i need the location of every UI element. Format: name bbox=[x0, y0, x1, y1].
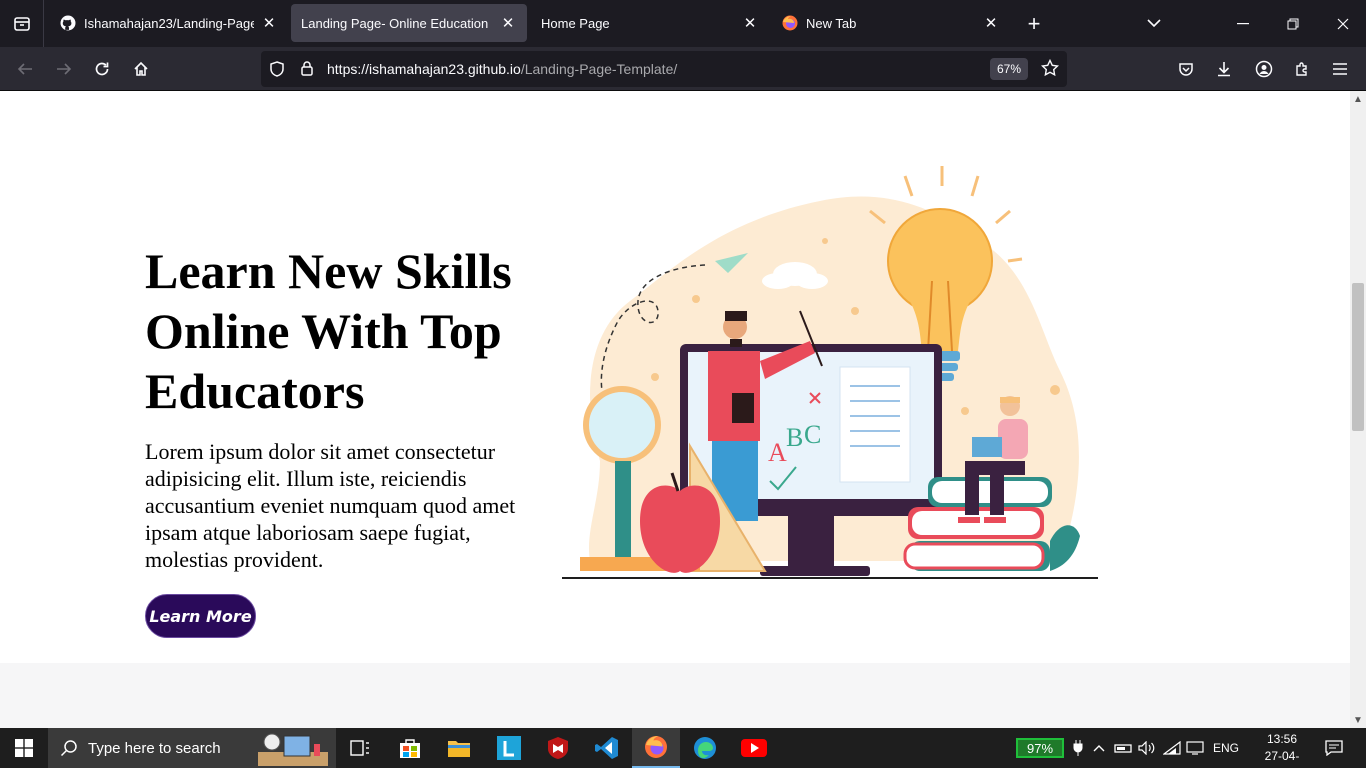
downloads-button[interactable] bbox=[1208, 53, 1240, 85]
bookmark-star-icon[interactable] bbox=[1040, 58, 1060, 82]
close-window-button[interactable] bbox=[1320, 0, 1366, 47]
tab-title: Ishamahajan23/Landing-Page-Template bbox=[84, 15, 254, 31]
account-button[interactable] bbox=[1248, 53, 1280, 85]
clock[interactable]: 13:56 27-04-2024 bbox=[1252, 731, 1312, 782]
network-device-icon[interactable] bbox=[1113, 728, 1133, 768]
edge-icon[interactable] bbox=[681, 728, 729, 768]
close-icon bbox=[1337, 18, 1349, 29]
scrollbar-thumb[interactable] bbox=[1352, 283, 1364, 431]
list-all-tabs-button[interactable] bbox=[1138, 0, 1170, 47]
tab-title: New Tab bbox=[806, 15, 857, 31]
battery-indicator[interactable]: 97% bbox=[1016, 738, 1064, 758]
learn-more-button[interactable]: Learn More bbox=[145, 594, 256, 638]
scroll-up-icon[interactable]: ▲ bbox=[1350, 91, 1366, 107]
puzzle-icon bbox=[1296, 62, 1307, 76]
store-icon[interactable] bbox=[386, 728, 434, 768]
search-icon bbox=[60, 740, 77, 757]
navigation-toolbar: https://ishamahajan23.github.io/Landing-… bbox=[0, 47, 1366, 91]
lock-icon[interactable] bbox=[300, 60, 314, 81]
github-icon bbox=[60, 15, 76, 31]
start-button[interactable] bbox=[0, 728, 48, 768]
firefox-view-button[interactable] bbox=[0, 0, 44, 47]
restore-icon bbox=[1287, 18, 1299, 29]
extensions-button[interactable] bbox=[1286, 53, 1318, 85]
url-host: https://ishamahajan23.github.io bbox=[327, 61, 521, 77]
close-tab-icon[interactable]: ✕ bbox=[982, 14, 1000, 32]
file-explorer-icon[interactable] bbox=[435, 728, 483, 768]
new-tab-button[interactable]: + bbox=[1018, 0, 1050, 47]
web-page: Learn New Skills Online With Top Educato… bbox=[0, 91, 1350, 728]
hamburger-menu-icon bbox=[1333, 63, 1347, 75]
menu-button[interactable] bbox=[1324, 53, 1356, 85]
clock-date: 27-04-2024 bbox=[1264, 749, 1300, 780]
notifications-button[interactable] bbox=[1322, 728, 1346, 768]
windows-taskbar: Type here to search 97% ENG 13:56 27-04-… bbox=[0, 728, 1366, 780]
shield-icon[interactable] bbox=[269, 61, 285, 82]
url-text[interactable]: https://ishamahajan23.github.io/Landing-… bbox=[327, 61, 677, 77]
close-tab-icon[interactable]: ✕ bbox=[499, 14, 517, 32]
online-teaching-illustration: A B C bbox=[562, 166, 1098, 579]
scroll-down-icon[interactable]: ▼ bbox=[1350, 712, 1366, 728]
zoom-indicator[interactable]: 67% bbox=[989, 58, 1028, 80]
mcafee-icon[interactable] bbox=[534, 728, 582, 768]
tab-title: Landing Page- Online Education bbox=[301, 15, 489, 31]
vertical-scrollbar[interactable]: ▲ ▼ bbox=[1350, 91, 1366, 728]
firefox-taskbar-icon[interactable] bbox=[632, 728, 680, 768]
tab-new-tab[interactable]: New Tab ✕ bbox=[772, 4, 1010, 42]
taskbar-search[interactable]: Type here to search bbox=[48, 728, 336, 768]
task-view-icon[interactable] bbox=[336, 728, 384, 768]
url-path: /Landing-Page-Template/ bbox=[520, 61, 678, 77]
forward-arrow-icon bbox=[57, 63, 72, 75]
clock-time: 13:56 bbox=[1266, 732, 1298, 746]
windows-logo-icon bbox=[15, 739, 33, 757]
tab-title: Home Page bbox=[541, 15, 610, 31]
svg-text:B: B bbox=[786, 423, 803, 452]
close-tab-icon[interactable]: ✕ bbox=[260, 14, 278, 32]
tab-home-page[interactable]: Home Page ✕ bbox=[531, 4, 769, 42]
home-button[interactable] bbox=[125, 53, 157, 85]
next-section-band bbox=[0, 663, 1350, 728]
reload-button[interactable] bbox=[86, 53, 118, 85]
vscode-icon[interactable] bbox=[583, 728, 631, 768]
firefox-view-icon bbox=[13, 16, 30, 31]
search-highlight-icon bbox=[258, 732, 328, 770]
volume-icon[interactable] bbox=[1137, 728, 1157, 768]
tab-landing-page[interactable]: Landing Page- Online Education ✕ bbox=[291, 4, 527, 42]
close-tab-icon[interactable]: ✕ bbox=[741, 14, 759, 32]
chevron-up-icon[interactable] bbox=[1090, 728, 1108, 768]
reload-icon bbox=[95, 62, 109, 76]
display-icon[interactable] bbox=[1185, 728, 1205, 768]
youtube-icon[interactable] bbox=[730, 728, 778, 768]
minimize-button[interactable] bbox=[1220, 0, 1266, 47]
search-placeholder: Type here to search bbox=[88, 739, 221, 757]
svg-text:C: C bbox=[804, 420, 821, 449]
back-arrow-icon bbox=[17, 63, 32, 75]
notification-icon bbox=[1325, 740, 1343, 756]
home-icon bbox=[134, 61, 148, 76]
chevron-down-icon bbox=[1147, 19, 1161, 28]
back-button[interactable] bbox=[9, 53, 41, 85]
tab-strip: Ishamahajan23/Landing-Page-Template ✕ La… bbox=[0, 0, 1366, 47]
forward-button[interactable] bbox=[48, 53, 80, 85]
restore-button[interactable] bbox=[1270, 0, 1316, 47]
wifi-icon[interactable] bbox=[1162, 728, 1182, 768]
l-app-icon[interactable] bbox=[485, 728, 533, 768]
hero-title: Learn New Skills Online With Top Educato… bbox=[145, 243, 512, 419]
download-icon bbox=[1218, 62, 1230, 77]
minimize-icon bbox=[1237, 22, 1249, 24]
hero-description: Lorem ipsum dolor sit amet consectetur a… bbox=[145, 439, 516, 572]
url-bar[interactable]: https://ishamahajan23.github.io/Landing-… bbox=[261, 51, 1067, 87]
firefox-icon bbox=[782, 15, 798, 31]
plug-icon bbox=[1070, 728, 1086, 768]
pocket-icon bbox=[1179, 63, 1193, 76]
pocket-button[interactable] bbox=[1170, 53, 1202, 85]
language-indicator[interactable]: ENG bbox=[1212, 728, 1240, 768]
tab-github[interactable]: Ishamahajan23/Landing-Page-Template ✕ bbox=[50, 4, 288, 42]
svg-text:A: A bbox=[768, 438, 787, 467]
account-icon bbox=[1255, 60, 1273, 78]
